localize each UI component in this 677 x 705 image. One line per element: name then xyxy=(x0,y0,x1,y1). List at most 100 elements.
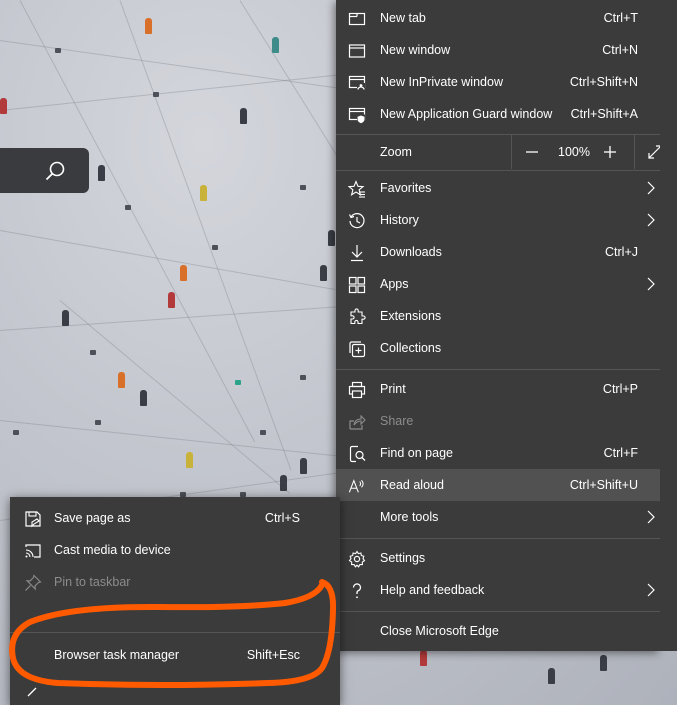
submenu-item-shortcut: Ctrl+S xyxy=(264,511,300,525)
more-tools-submenu: Save page as Ctrl+S Cast media to device… xyxy=(10,497,340,705)
menu-item-shortcut: Ctrl+Shift+A xyxy=(570,107,638,121)
read-aloud-icon xyxy=(348,477,366,495)
collections-icon xyxy=(348,340,366,358)
ice-fisher-figure xyxy=(180,265,187,281)
menu-item-settings[interactable]: Settings xyxy=(336,542,677,574)
menu-item-new-application-guard-window[interactable]: New Application Guard window Ctrl+Shift+… xyxy=(336,98,677,130)
menu-item-apps[interactable]: Apps xyxy=(336,268,677,300)
chevron-right-icon xyxy=(645,181,657,195)
menu-item-downloads[interactable]: Downloads Ctrl+J xyxy=(336,236,677,268)
submenu-item-cast-media-to-device[interactable]: Cast media to device xyxy=(10,534,340,566)
menu-item-shortcut: Ctrl+P xyxy=(602,382,638,396)
pin-icon xyxy=(24,574,42,592)
submenu-item-label: Cast media to device xyxy=(54,543,171,557)
menu-item-label: Apps xyxy=(380,277,409,291)
zoom-value: 100% xyxy=(558,145,590,159)
submenu-item-label: Browser task manager xyxy=(54,648,180,662)
ice-fisher-figure xyxy=(0,98,7,114)
zoom-divider xyxy=(634,135,635,169)
zoom-divider xyxy=(511,135,512,169)
menu-separator xyxy=(336,170,677,171)
menu-item-label: Help and feedback xyxy=(380,583,485,597)
menu-item-favorites[interactable]: Favorites xyxy=(336,172,677,204)
menu-item-label: Find on page xyxy=(380,446,453,460)
save-icon xyxy=(24,510,42,528)
menu-item-label: New window xyxy=(380,43,451,57)
submenu-item-browser-task-manager[interactable]: Browser task manager Shift+Esc xyxy=(10,639,340,671)
menu-item-collections[interactable]: Collections xyxy=(336,332,677,364)
ice-fisher-figure xyxy=(200,185,207,201)
downloads-icon xyxy=(348,244,366,262)
ice-object xyxy=(125,205,131,210)
ice-fisher-figure xyxy=(240,108,247,124)
help-icon xyxy=(348,582,366,600)
search-icon[interactable] xyxy=(44,160,66,182)
extensions-icon xyxy=(348,308,366,326)
ice-track xyxy=(19,0,256,443)
menu-item-label: New Application Guard window xyxy=(380,107,553,121)
ice-fisher-figure xyxy=(548,668,555,684)
ice-fisher-figure xyxy=(280,475,287,491)
ice-fisher-figure xyxy=(118,372,125,388)
menu-item-help-and-feedback[interactable]: Help and feedback xyxy=(336,574,677,606)
menu-item-label: Close Microsoft Edge xyxy=(380,624,499,638)
menu-item-label: New tab xyxy=(380,11,426,25)
print-icon xyxy=(348,381,366,399)
menu-item-new-inprivate-window[interactable]: New InPrivate window Ctrl+Shift+N xyxy=(336,66,677,98)
menu-item-new-tab[interactable]: New tab Ctrl+T xyxy=(336,2,677,34)
ice-track xyxy=(0,40,337,89)
cast-icon xyxy=(24,542,42,560)
ice-track xyxy=(0,230,335,291)
ice-object xyxy=(235,380,241,385)
menu-item-more-tools[interactable]: More tools xyxy=(336,501,677,533)
chevron-right-icon xyxy=(645,510,657,524)
menu-edge-strip xyxy=(660,0,677,651)
menu-item-label: New InPrivate window xyxy=(380,75,503,89)
zoom-out-button[interactable] xyxy=(522,142,542,162)
zoom-in-button[interactable] xyxy=(600,142,620,162)
ice-fisher-figure xyxy=(272,37,279,53)
menu-item-label: Print xyxy=(380,382,406,396)
settings-menu: New tab Ctrl+T New window Ctrl+N New InP… xyxy=(336,0,677,651)
ice-object xyxy=(90,350,96,355)
submenu-item-partially-hidden[interactable] xyxy=(10,674,340,705)
submenu-separator xyxy=(10,632,340,633)
menu-item-label: Favorites xyxy=(380,181,432,195)
ice-fisher-figure xyxy=(62,310,69,326)
ice-object xyxy=(13,430,19,435)
page-search-box[interactable] xyxy=(0,148,89,193)
ice-track xyxy=(59,300,291,494)
menu-item-shortcut: Ctrl+Shift+U xyxy=(569,478,638,492)
chevron-right-icon xyxy=(645,213,657,227)
menu-item-label: Read aloud xyxy=(380,478,444,492)
menu-separator xyxy=(336,369,677,370)
ice-object xyxy=(300,375,306,380)
ice-track xyxy=(0,306,340,331)
menu-item-shortcut: Ctrl+N xyxy=(602,43,638,57)
favorites-icon xyxy=(348,180,366,198)
menu-item-history[interactable]: History xyxy=(336,204,677,236)
ice-track xyxy=(0,420,339,457)
menu-item-read-aloud[interactable]: Read aloud Ctrl+Shift+U xyxy=(336,469,677,501)
ice-fisher-figure xyxy=(145,18,152,34)
menu-item-print[interactable]: Print Ctrl+P xyxy=(336,373,677,405)
submenu-item-pin-to-taskbar: Pin to taskbar xyxy=(10,566,340,598)
new-window-icon xyxy=(348,42,366,60)
chevron-right-icon xyxy=(645,583,657,597)
menu-item-extensions[interactable]: Extensions xyxy=(336,300,677,332)
ice-object xyxy=(95,420,101,425)
zoom-label: Zoom xyxy=(380,145,412,159)
menu-item-shortcut: Ctrl+T xyxy=(603,11,638,25)
menu-item-find-on-page[interactable]: Find on page Ctrl+F xyxy=(336,437,677,469)
application-guard-icon xyxy=(348,106,366,124)
ice-object xyxy=(300,185,306,190)
ice-fisher-figure xyxy=(98,165,105,181)
menu-item-new-window[interactable]: New window Ctrl+N xyxy=(336,34,677,66)
ice-fisher-figure xyxy=(420,650,427,666)
ice-object xyxy=(55,48,61,53)
menu-separator xyxy=(336,611,677,612)
submenu-item-save-page-as[interactable]: Save page as Ctrl+S xyxy=(10,502,340,534)
menu-item-close-microsoft-edge[interactable]: Close Microsoft Edge xyxy=(336,615,677,647)
menu-item-label: More tools xyxy=(380,510,439,524)
menu-item-share: Share xyxy=(336,405,677,437)
